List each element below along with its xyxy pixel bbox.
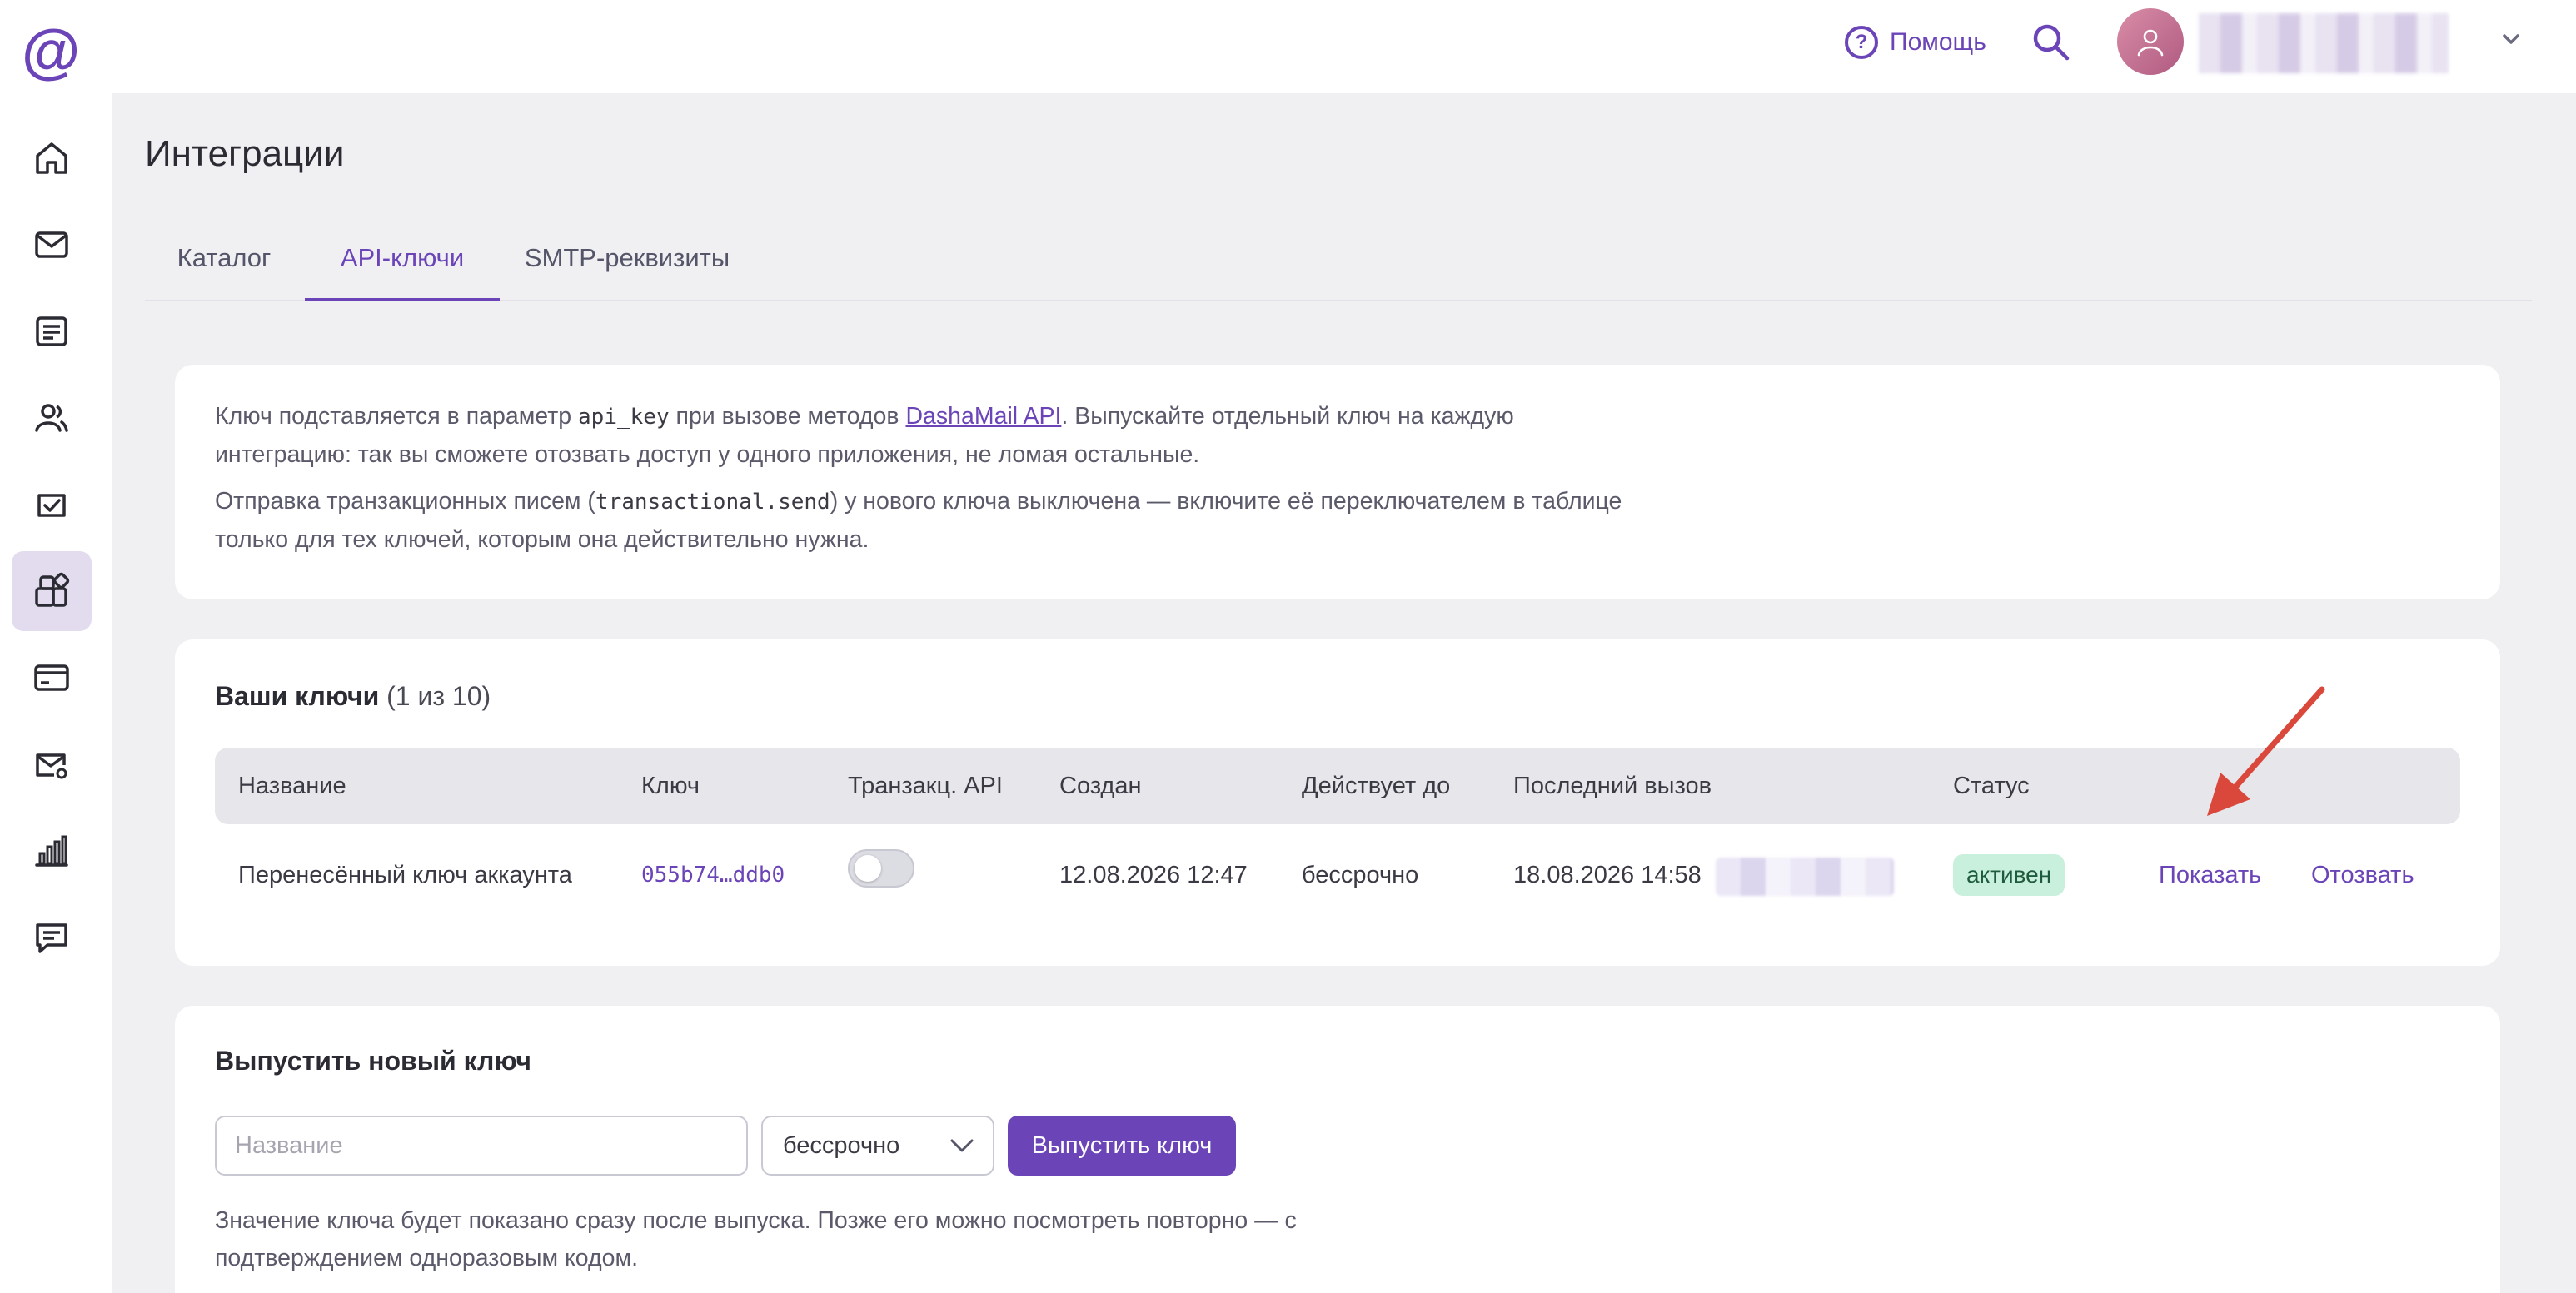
issue-key-button[interactable]: Выпустить ключ — [1008, 1116, 1236, 1176]
key-last-call: 18.08.2026 14:58 — [1513, 862, 1702, 888]
user-name-blurred — [2199, 13, 2449, 73]
col-created: Создан — [1059, 773, 1142, 799]
sidebar — [0, 93, 112, 1293]
dashamail-api-link[interactable]: DashaMail API — [905, 403, 1061, 430]
keys-count: (1 из 10) — [386, 681, 491, 711]
col-name: Название — [238, 773, 346, 799]
chart-icon[interactable] — [12, 811, 92, 891]
col-last-call: Последний вызов — [1513, 773, 1712, 799]
last-call-ip-blurred — [1716, 858, 1894, 896]
chevron-down-icon[interactable] — [2499, 27, 2524, 52]
users-icon[interactable] — [12, 378, 92, 458]
mail-settings-icon[interactable] — [12, 724, 92, 804]
help-label: Помощь — [1890, 28, 1986, 56]
col-status: Статус — [1953, 773, 2030, 799]
new-key-title: Выпустить новый ключ — [215, 1046, 531, 1076]
tab-bar: Каталог API-ключи SMTP-реквизиты — [145, 233, 2532, 301]
keys-card: Ваши ключи (1 из 10) Название Ключ Транз… — [175, 639, 2500, 966]
annotation-arrow-icon — [2207, 686, 2325, 816]
table-row: Перенесённый ключ аккаунта 055b74…ddb0 1… — [215, 824, 2460, 926]
user-icon — [2137, 29, 2164, 57]
tab-catalog[interactable]: Каталог — [145, 233, 303, 301]
info-paragraph-2: Отправка транзакционных писем (transacti… — [215, 488, 1622, 553]
duration-select[interactable]: бессрочно — [761, 1116, 994, 1176]
key-name: Перенесённый ключ аккаунта — [238, 862, 572, 888]
billing-card-icon[interactable] — [12, 638, 92, 718]
transactional-toggle[interactable] — [848, 849, 914, 888]
home-icon[interactable] — [12, 118, 92, 198]
col-key: Ключ — [641, 773, 700, 799]
key-value: 055b74…ddb0 — [641, 863, 785, 888]
keys-table-header: Название Ключ Транзакц. API Создан Дейст… — [215, 748, 2460, 824]
key-name-input[interactable] — [215, 1116, 748, 1176]
question-icon: ? — [1845, 26, 1878, 59]
avatar[interactable] — [2117, 8, 2184, 75]
status-badge: активен — [1953, 854, 2065, 896]
tab-smtp[interactable]: SMTP-реквизиты — [506, 233, 748, 301]
info-paragraph-1: Ключ подставляется в параметр api_key пр… — [215, 403, 1514, 468]
mail-icon[interactable] — [12, 205, 92, 285]
top-bar: @ ? Помощь — [0, 0, 2576, 93]
revoke-key-button[interactable]: Отозвать — [2311, 824, 2414, 926]
keys-title: Ваши ключи (1 из 10) — [215, 681, 491, 711]
integrations-icon[interactable] — [12, 551, 92, 631]
duration-value: бессрочно — [783, 1132, 900, 1159]
help-link[interactable]: ? Помощь — [1845, 23, 1986, 62]
chat-icon[interactable] — [12, 898, 92, 977]
app-logo[interactable]: @ — [22, 22, 80, 82]
chevron-down-icon — [950, 1139, 974, 1152]
show-key-button[interactable]: Показать — [2159, 824, 2261, 926]
info-card: Ключ подставляется в параметр api_key пр… — [175, 365, 2500, 599]
task-check-icon[interactable] — [12, 465, 92, 545]
page-title: Интеграции — [145, 133, 345, 174]
col-valid-until: Действует до — [1302, 773, 1451, 799]
key-valid-until: бессрочно — [1302, 862, 1419, 888]
tab-api-keys[interactable]: API-ключи — [305, 233, 500, 301]
new-key-note: Значение ключа будет показано сразу посл… — [215, 1207, 1297, 1271]
new-key-card: Выпустить новый ключ бессрочно Выпустить… — [175, 1006, 2500, 1293]
search-icon[interactable] — [2030, 22, 2072, 63]
col-transactional: Транзакц. API — [848, 773, 1003, 799]
list-icon[interactable] — [12, 291, 92, 371]
key-created: 12.08.2026 12:47 — [1059, 862, 1248, 888]
